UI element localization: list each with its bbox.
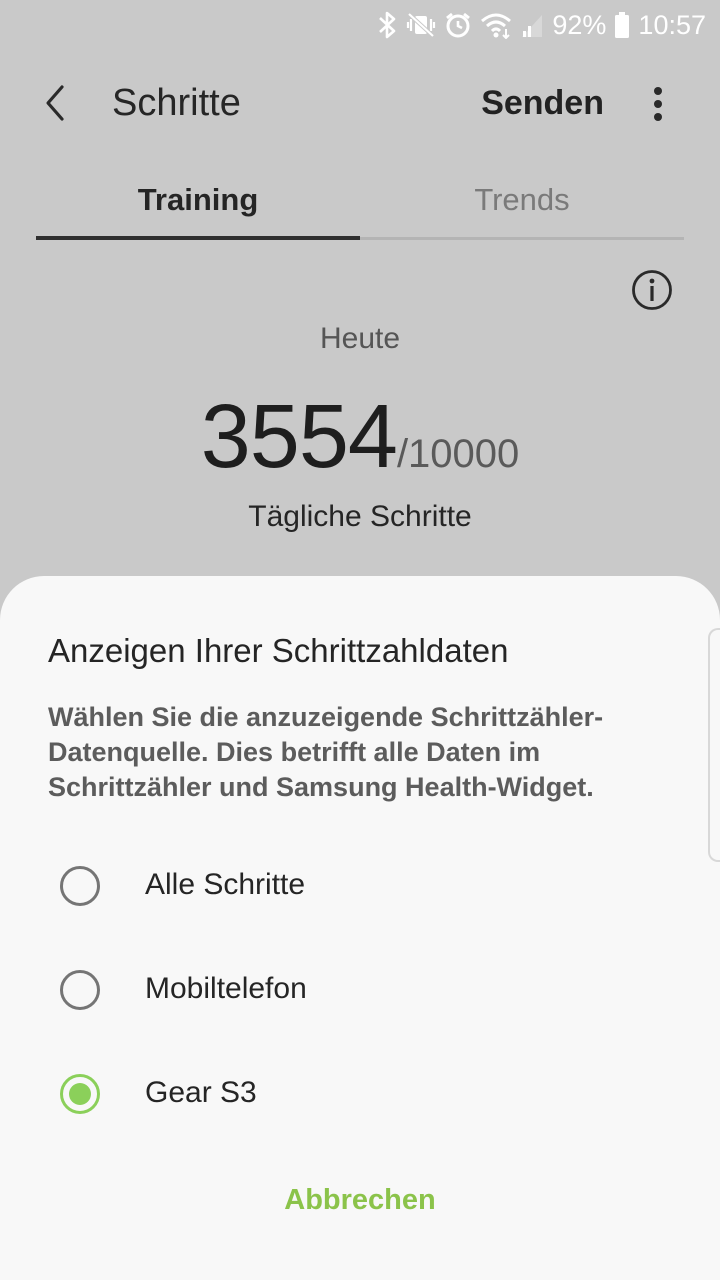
send-button[interactable]: Senden <box>481 84 604 123</box>
steps-count-row: 3554/10000 <box>0 386 720 489</box>
wifi-icon <box>480 11 512 39</box>
cancel-button[interactable]: Abbrechen <box>0 1184 720 1217</box>
steps-goal: /10000 <box>396 432 520 476</box>
alarm-icon <box>444 11 472 39</box>
tab-trends[interactable]: Trends <box>360 182 684 218</box>
data-source-dialog: Anzeigen Ihrer Schrittzahldaten Wählen S… <box>0 576 720 1280</box>
option-gear-s3[interactable]: Gear S3 <box>0 1042 720 1146</box>
dialog-description: Wählen Sie die anzuzeigende Schrittzähle… <box>48 702 604 802</box>
signal-icon <box>520 11 544 39</box>
option-label: Alle Schritte <box>145 868 306 901</box>
page-title: Schritte <box>112 82 241 124</box>
radio-button[interactable] <box>60 866 100 906</box>
steps-value: 3554 <box>200 387 398 487</box>
dialog-title: Anzeigen Ihrer Schrittzahldaten <box>48 632 509 669</box>
info-icon <box>630 270 674 316</box>
option-label: Gear S3 <box>145 1076 257 1109</box>
option-alle-schritte[interactable]: Alle Schritte <box>0 834 720 938</box>
app-bar: Schritte Senden <box>0 60 720 150</box>
clock: 10:57 <box>638 9 706 40</box>
tab-bar: Training Trends <box>36 168 684 240</box>
battery-percentage: 92% <box>552 9 607 40</box>
radio-dot <box>69 1083 91 1105</box>
more-options-button[interactable] <box>636 84 680 128</box>
status-icons: 92% 10:57 <box>376 8 706 42</box>
tab-indicator <box>36 236 360 240</box>
steps-label: Tägliche Schritte <box>248 500 472 533</box>
option-mobiltelefon[interactable]: Mobiltelefon <box>0 938 720 1042</box>
more-vert-icon <box>653 86 663 127</box>
status-bar: 92% 10:57 <box>0 0 720 50</box>
bluetooth-icon <box>376 11 398 39</box>
scroll-edge-handle <box>708 628 720 862</box>
period-label: Heute <box>319 322 401 355</box>
battery-icon <box>614 11 630 39</box>
radio-button[interactable] <box>60 970 100 1010</box>
option-label: Mobiltelefon <box>145 972 307 1005</box>
info-button[interactable] <box>630 268 674 312</box>
vibrate-mute-icon <box>406 11 436 39</box>
back-arrow-icon <box>42 83 68 128</box>
radio-button-selected[interactable] <box>60 1074 100 1114</box>
tab-training[interactable]: Training <box>36 182 360 218</box>
back-button[interactable] <box>30 80 80 130</box>
